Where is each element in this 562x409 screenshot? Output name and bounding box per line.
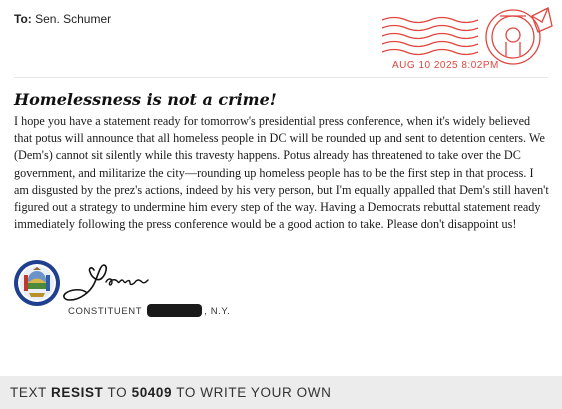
signature-icon (63, 264, 149, 301)
footer-text-prefix: TEXT (10, 385, 47, 400)
new-york-state-seal-icon (14, 260, 60, 306)
recipient-line: To: Sen. Schumer (14, 12, 111, 26)
recipient-name: Sen. Schumer (35, 12, 112, 26)
constituent-line: CONSTITUENT , N.Y. (68, 304, 231, 318)
footer-number: 50409 (131, 385, 173, 400)
to-label: To: (14, 12, 32, 26)
constituent-label: CONSTITUENT (68, 306, 142, 318)
footer-banner: TEXT RESIST TO 50409 TO WRITE YOUR OWN (0, 376, 562, 409)
state-suffix: , N.Y. (204, 306, 231, 318)
redacted-city (147, 304, 203, 317)
footer-keyword: RESIST (51, 385, 104, 400)
footer-text-middle: TO (107, 385, 128, 400)
postmark-date: AUG 10 2025 8:02PM (392, 60, 499, 71)
header-divider (14, 77, 548, 78)
footer-text: TEXT RESIST TO 50409 TO WRITE YOUR OWN (10, 385, 331, 400)
footer-text-suffix: TO WRITE YOUR OWN (176, 385, 332, 400)
letter-title: Homelessness is not a crime! (14, 90, 277, 109)
letter-body: I hope you have a statement ready for to… (14, 114, 549, 232)
